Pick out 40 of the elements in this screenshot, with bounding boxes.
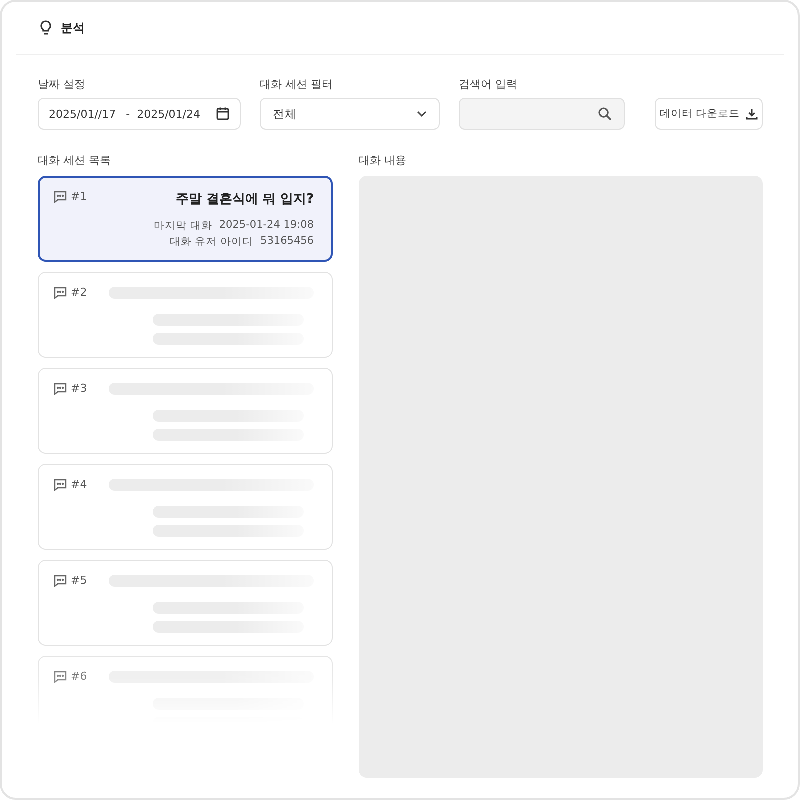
session-number: #4 [71,478,88,491]
meta-label: 대화 유저 아이디 [170,235,254,249]
chat-icon [54,670,67,682]
date-separator: - [126,108,130,120]
session-number: #6 [71,670,88,683]
date-range-field[interactable]: 2025/01//17 - 2025/01/24 [38,98,241,130]
chat-icon [54,286,67,298]
page-title: 분석 [61,20,85,36]
search-icon[interactable] [598,107,612,121]
calendar-icon[interactable] [216,107,230,121]
section-label: 대화 내용 [359,153,408,168]
meta-value: 2025-01-24 19:08 [219,219,314,233]
field-label: 검색어 입력 [459,77,518,92]
meta-value: 53165456 [260,235,314,249]
field-label: 날짜 설정 [38,77,86,92]
download-button[interactable]: 데이터 다운로드 [655,98,763,130]
field-label: 대화 세션 필터 [260,77,334,92]
search-field[interactable] [459,98,625,130]
session-number: #5 [71,574,88,587]
session-number: #3 [71,382,88,395]
chat-icon [54,190,67,202]
start-date: 2025/01//17 [49,108,116,120]
chat-icon [54,478,67,490]
session-number: #2 [71,286,88,299]
session-card[interactable]: #1 주말 결혼식에 뭐 입지? 마지막 대화 2025-01-24 19:08 대화 유저 아이디 53165456 [38,176,333,262]
chat-icon [54,574,67,586]
section-label: 대화 세션 목록 [38,153,112,168]
session-title: 주말 결혼식에 뭐 입지? [176,191,314,208]
session-filter-dropdown[interactable]: 전체 [260,98,440,130]
meta-label: 마지막 대화 [154,219,212,233]
session-card[interactable]: #5 [38,560,333,646]
session-card[interactable]: #2 [38,272,333,358]
end-date: 2025/01/24 [137,108,200,120]
session-number: #1 [71,190,88,203]
session-card[interactable]: #3 [38,368,333,454]
download-icon [746,108,758,120]
chat-icon [54,382,67,394]
session-card[interactable]: #4 [38,464,333,550]
lightbulb-icon [39,20,53,36]
chevron-down-icon [417,111,427,117]
